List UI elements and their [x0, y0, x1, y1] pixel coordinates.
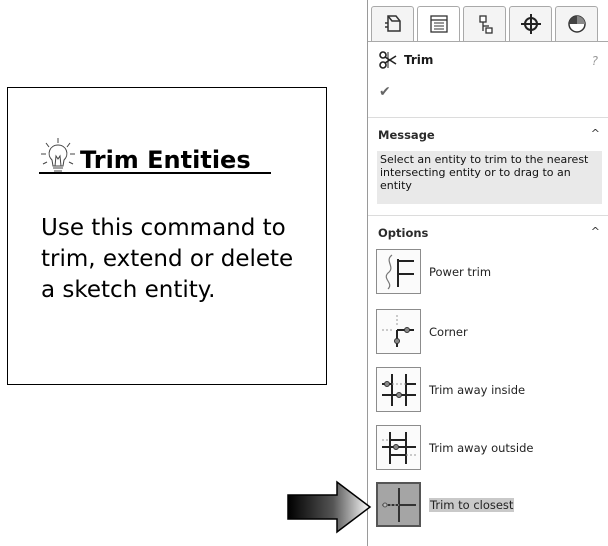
divider	[368, 117, 608, 118]
property-manager-icon	[429, 15, 448, 33]
trim-to-closest-button[interactable]	[376, 482, 421, 527]
message-collapse-chevron-icon[interactable]: ^	[591, 127, 600, 140]
message-text: Select an entity to trim to the nearest …	[377, 151, 602, 204]
trim-away-inside-button[interactable]	[376, 367, 421, 412]
corner-icon	[381, 314, 414, 347]
trim-away-outside-icon	[381, 431, 416, 464]
option-label: Power trim	[429, 264, 492, 279]
options-group-title[interactable]: Options	[378, 226, 428, 240]
tab-display-manager[interactable]	[555, 6, 598, 42]
trim-entities-callout: Trim Entities Use this command to trim, …	[7, 87, 327, 385]
option-label: Corner	[429, 324, 468, 339]
tab-dimxpert-manager[interactable]	[509, 6, 552, 42]
pointer-arrow-icon	[287, 480, 372, 534]
option-trim-to-closest[interactable]: Trim to closest	[376, 482, 515, 527]
trim-away-inside-icon	[381, 373, 416, 406]
message-group-title[interactable]: Message	[378, 128, 435, 142]
divider	[368, 215, 608, 216]
help-icon[interactable]: ?	[592, 54, 598, 68]
option-label: Trim away inside	[429, 382, 526, 397]
option-power-trim[interactable]: Power trim	[376, 249, 491, 294]
display-manager-icon	[567, 15, 586, 33]
manager-tabs	[368, 6, 608, 42]
dimxpert-manager-icon	[520, 14, 541, 34]
power-trim-button[interactable]	[376, 249, 421, 294]
corner-button[interactable]	[376, 309, 421, 354]
callout-body: Use this command to trim, extend or dele…	[41, 215, 294, 303]
ok-checkmark-icon[interactable]: ✔	[379, 84, 391, 100]
property-manager-panel: Trim ? ✔ Message ^ Select an entity to t…	[367, 0, 608, 546]
options-collapse-chevron-icon[interactable]: ^	[591, 225, 600, 238]
tab-property-manager[interactable]	[417, 6, 460, 42]
pm-header: Trim	[378, 50, 433, 70]
power-trim-icon	[385, 254, 414, 289]
tab-feature-manager[interactable]	[371, 6, 414, 42]
callout-heading: Trim Entities	[38, 136, 251, 176]
tab-divider	[368, 41, 608, 42]
trim-to-closest-icon	[381, 487, 416, 522]
tab-configuration-manager[interactable]	[463, 6, 506, 42]
feature-manager-icon	[384, 15, 401, 32]
option-corner[interactable]: Corner	[376, 309, 468, 354]
callout-title-underline	[39, 172, 271, 174]
trim-icon	[379, 51, 397, 69]
option-trim-away-inside[interactable]: Trim away inside	[376, 367, 525, 412]
trim-away-outside-button[interactable]	[376, 425, 421, 470]
lightbulb-icon	[41, 138, 75, 172]
option-trim-away-outside[interactable]: Trim away outside	[376, 425, 533, 470]
option-label: Trim to closest	[429, 497, 515, 512]
pm-title: Trim	[404, 53, 434, 67]
configuration-manager-icon	[478, 15, 493, 34]
option-label: Trim away outside	[429, 440, 534, 455]
